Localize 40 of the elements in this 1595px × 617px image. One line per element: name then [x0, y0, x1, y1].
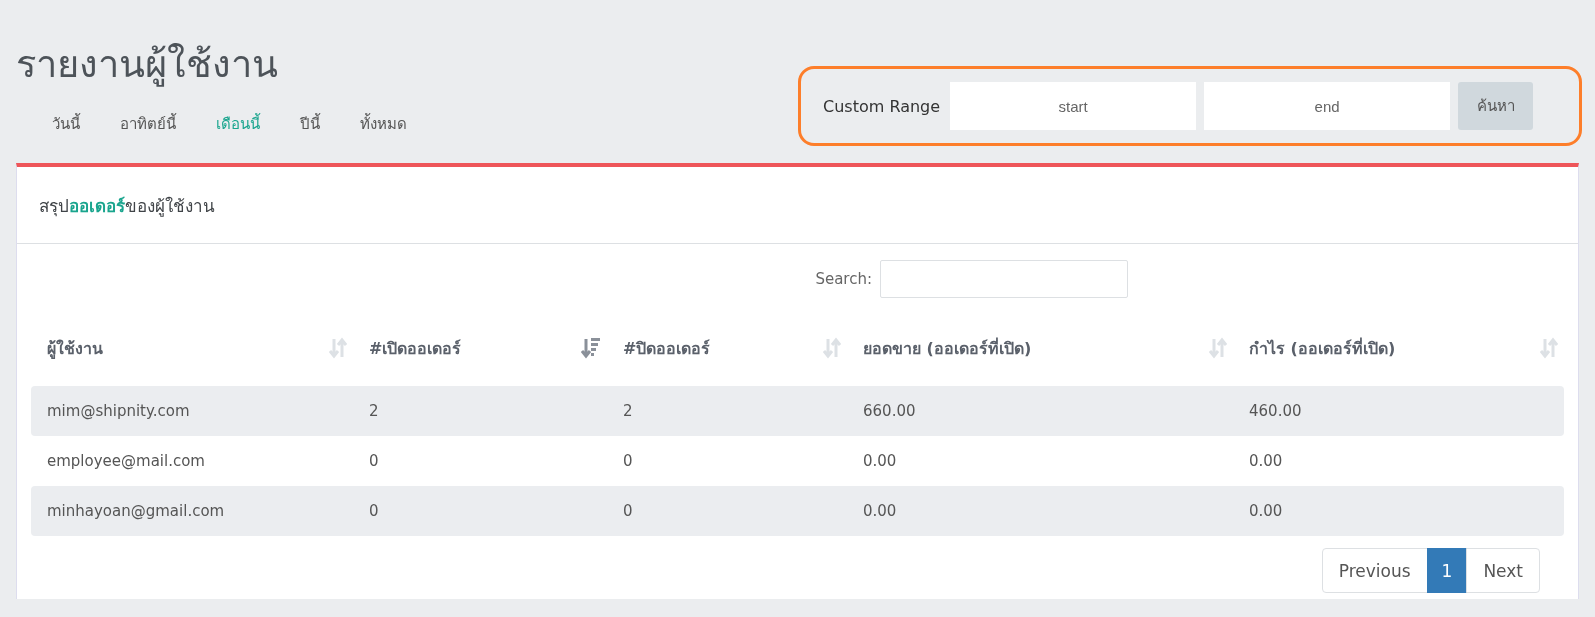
table-cell: employee@mail.com: [47, 452, 205, 470]
sort-icon[interactable]: [1540, 337, 1558, 359]
table-cell: 660.00: [863, 402, 916, 420]
column-header[interactable]: #ปิดออเดอร์: [623, 335, 711, 361]
table-cell: 0: [623, 452, 633, 470]
sort-icon[interactable]: [1209, 337, 1227, 359]
start-date-field[interactable]: start: [950, 82, 1197, 130]
table-cell: 0.00: [1249, 502, 1283, 520]
pagination-button[interactable]: Next: [1466, 548, 1540, 593]
column-header[interactable]: ยอดขาย (ออเดอร์ที่เปิด): [863, 335, 1032, 361]
table-cell: 2: [369, 402, 379, 420]
end-date-field[interactable]: end: [1204, 82, 1451, 130]
pagination-button[interactable]: Previous: [1321, 548, 1428, 593]
search-label: Search:: [815, 270, 872, 288]
table-cell: 2: [623, 402, 633, 420]
column-header[interactable]: กำไร (ออเดอร์ที่เปิด): [1249, 335, 1396, 361]
table-cell: 0: [369, 502, 379, 520]
search-button[interactable]: ค้นหา: [1458, 82, 1534, 130]
page-title: รายงานผู้ใช้งาน: [16, 41, 279, 89]
period-tab[interactable]: วันนี้: [52, 112, 80, 136]
table-cell: 0: [369, 452, 379, 470]
table-cell: 0.00: [863, 452, 897, 470]
period-tab[interactable]: อาทิตย์นี้: [120, 112, 176, 136]
column-header[interactable]: #เปิดออเดอร์: [369, 335, 462, 361]
sort-icon[interactable]: [823, 337, 841, 359]
sort-descending-icon[interactable]: [581, 337, 601, 359]
table-cell: 460.00: [1249, 402, 1302, 420]
card-title: สรุปออเดอร์ของผู้ใช้งาน: [39, 194, 215, 219]
table-cell: minhayoan@gmail.com: [47, 502, 225, 520]
table-cell: 0.00: [863, 502, 897, 520]
search-field[interactable]: [880, 260, 1128, 298]
pagination-button[interactable]: 1: [1426, 548, 1468, 593]
table-cell: 0.00: [1249, 452, 1283, 470]
sort-icon[interactable]: [329, 337, 347, 359]
column-header[interactable]: ผู้ใช้งาน: [47, 335, 103, 361]
table-cell: mim@shipnity.com: [47, 402, 190, 420]
period-tab[interactable]: ทั้งหมด: [360, 112, 407, 136]
table-cell: 0: [623, 502, 633, 520]
custom-range-label: Custom Range: [823, 96, 941, 116]
period-tab[interactable]: ปีนี้: [300, 112, 320, 136]
